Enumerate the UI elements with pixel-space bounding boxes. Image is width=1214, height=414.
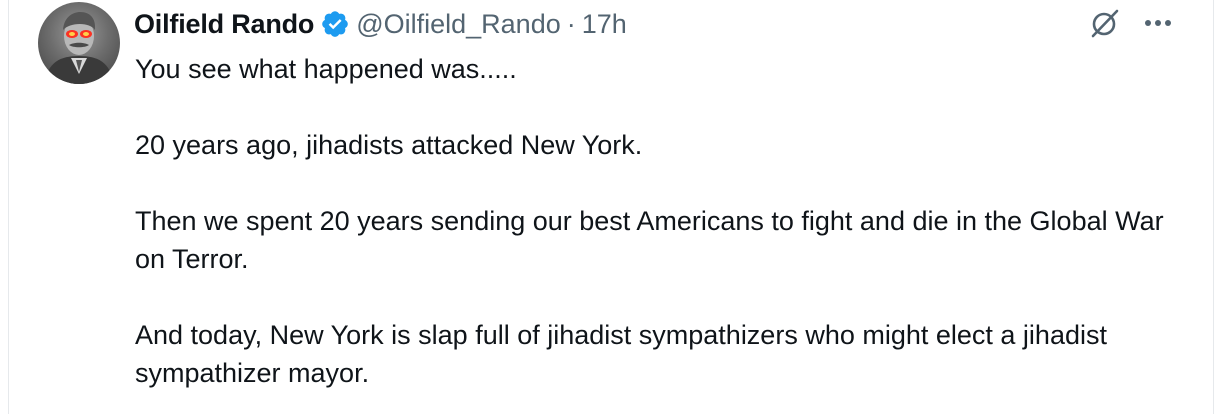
tweet-header: Oilfield Rando @Oilfield_Rando · 17h bbox=[134, 4, 627, 44]
display-name[interactable]: Oilfield Rando bbox=[134, 9, 314, 40]
tweet-paragraph: And today, New York is slap full of jiha… bbox=[135, 320, 1115, 388]
tweet: Oilfield Rando @Oilfield_Rando · 17h You… bbox=[0, 0, 1214, 414]
avatar[interactable] bbox=[38, 2, 120, 84]
grok-icon[interactable] bbox=[1088, 6, 1122, 40]
more-horizontal-icon[interactable] bbox=[1144, 18, 1172, 28]
verified-badge-icon bbox=[320, 9, 350, 39]
tweet-actions bbox=[1088, 6, 1172, 40]
separator-dot: · bbox=[566, 8, 576, 39]
profile-photo-icon bbox=[44, 12, 114, 84]
tweet-paragraph: You see what happened was..... bbox=[135, 54, 517, 84]
tweet-paragraph: Then we spent 20 years sending our best … bbox=[135, 206, 1172, 274]
tweet-paragraph: 20 years ago, jihadists attacked New Yor… bbox=[135, 130, 643, 160]
tweet-text: You see what happened was..... 20 years … bbox=[135, 50, 1195, 392]
timestamp[interactable]: 17h bbox=[582, 9, 627, 40]
left-divider bbox=[8, 0, 9, 414]
user-handle[interactable]: @Oilfield_Rando bbox=[356, 9, 561, 40]
